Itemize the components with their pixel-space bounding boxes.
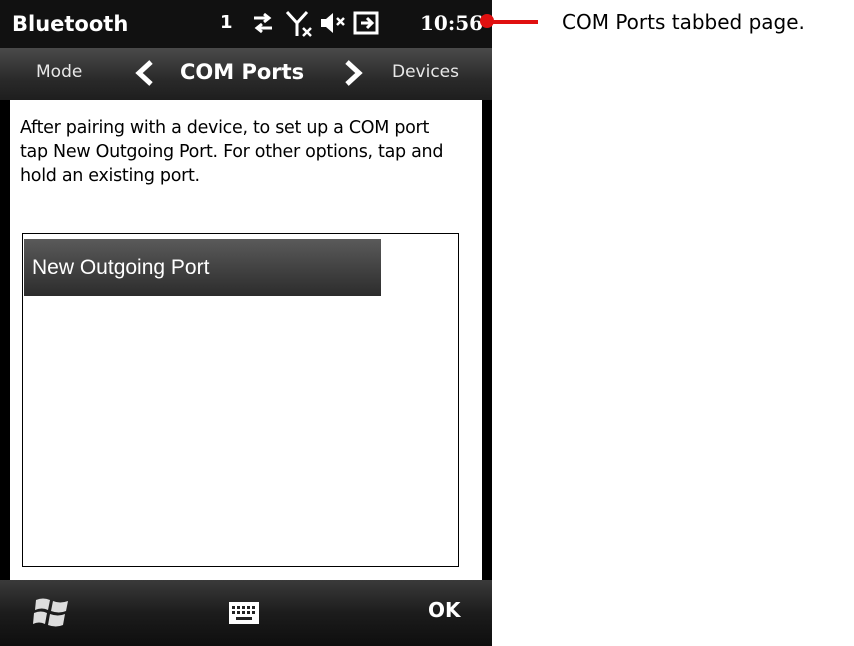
tab-devices[interactable]: Devices xyxy=(392,62,459,82)
windows-start-icon[interactable] xyxy=(32,594,72,630)
chevron-right-icon[interactable] xyxy=(340,58,366,88)
callout-label: COM Ports tabbed page. xyxy=(562,10,805,34)
device-screen: Bluetooth 1 10:56 Mode COM Ports Devices xyxy=(0,0,492,646)
app-title: Bluetooth xyxy=(12,12,129,36)
tab-com-ports[interactable]: COM Ports xyxy=(180,60,304,84)
tab-mode[interactable]: Mode xyxy=(36,62,82,82)
keyboard-icon[interactable] xyxy=(228,600,260,626)
clock: 10:56 xyxy=(420,11,484,35)
port-list[interactable]: New Outgoing Port xyxy=(22,233,459,567)
data-transfer-icon xyxy=(254,12,272,34)
speaker-muted-icon xyxy=(321,13,345,33)
callout-line xyxy=(486,20,538,24)
status-bar: Bluetooth 1 10:56 xyxy=(0,0,492,48)
com-ports-page: After pairing with a device, to set up a… xyxy=(10,100,482,580)
bottom-bar: OK xyxy=(0,580,492,646)
list-item-new-outgoing-port[interactable]: New Outgoing Port xyxy=(24,239,381,296)
chevron-left-icon[interactable] xyxy=(132,58,158,88)
instructions-text: After pairing with a device, to set up a… xyxy=(20,118,444,186)
battery-charging-icon xyxy=(353,11,379,35)
ok-button[interactable]: OK xyxy=(428,598,461,622)
tab-bar: Mode COM Ports Devices xyxy=(0,48,492,100)
no-signal-icon xyxy=(285,10,312,37)
signal-count: 1 xyxy=(220,12,233,33)
